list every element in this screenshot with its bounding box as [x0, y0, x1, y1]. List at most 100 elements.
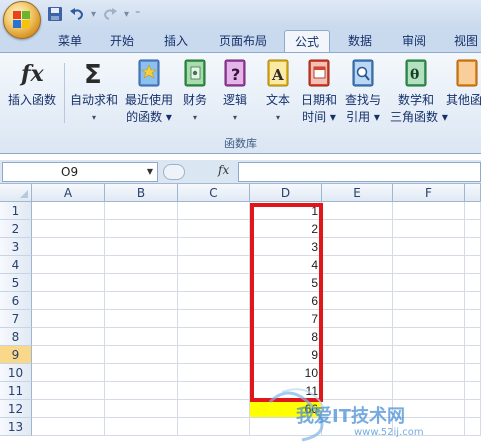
cell[interactable] [105, 400, 178, 418]
cell[interactable] [32, 346, 105, 364]
cell[interactable] [32, 328, 105, 346]
cell-d3[interactable]: 3 [250, 238, 322, 256]
cell[interactable] [322, 220, 393, 238]
cell[interactable] [32, 400, 105, 418]
column-header-a[interactable]: A [32, 184, 105, 202]
cell[interactable] [322, 310, 393, 328]
redo-dropdown-icon[interactable]: ▾ [124, 9, 129, 20]
cell[interactable] [105, 346, 178, 364]
cell[interactable] [178, 274, 250, 292]
undo-dropdown-icon[interactable]: ▾ [91, 9, 96, 20]
cell[interactable] [465, 346, 481, 364]
text-button[interactable]: A 文本 ▾ [260, 57, 296, 126]
cell[interactable] [105, 418, 178, 436]
cell[interactable] [32, 256, 105, 274]
row-header[interactable]: 10 [0, 364, 32, 382]
cell[interactable] [465, 364, 481, 382]
cell-d2[interactable]: 2 [250, 220, 322, 238]
cell[interactable] [393, 256, 465, 274]
cell-d11[interactable]: 11 [250, 382, 322, 400]
cell[interactable] [32, 364, 105, 382]
cell[interactable] [465, 292, 481, 310]
cell[interactable] [178, 256, 250, 274]
autosum-button[interactable]: Σ 自动求和 ▾ [68, 57, 120, 126]
cell[interactable] [178, 310, 250, 328]
cell[interactable] [105, 220, 178, 238]
cell[interactable] [322, 256, 393, 274]
cell[interactable] [32, 274, 105, 292]
cell-d1[interactable]: 1 [250, 202, 322, 220]
cell[interactable] [322, 238, 393, 256]
financial-button[interactable]: 财务 ▾ [178, 57, 212, 126]
cell[interactable] [322, 418, 393, 436]
cell[interactable] [178, 292, 250, 310]
column-header-g[interactable] [465, 184, 481, 202]
column-header-c[interactable]: C [178, 184, 250, 202]
cell[interactable] [322, 382, 393, 400]
cell[interactable] [465, 256, 481, 274]
cell[interactable] [32, 292, 105, 310]
save-icon[interactable] [47, 6, 63, 22]
row-header[interactable]: 11 [0, 382, 32, 400]
row-header[interactable]: 5 [0, 274, 32, 292]
cell[interactable] [465, 238, 481, 256]
cell[interactable] [105, 364, 178, 382]
logical-button[interactable]: ? 逻辑 ▾ [218, 57, 252, 126]
insert-function-button[interactable]: fx 插入函数 [4, 57, 60, 109]
tab-formulas[interactable]: 公式 [284, 30, 330, 53]
tab-data[interactable]: 数据 [338, 30, 382, 52]
cell[interactable] [465, 328, 481, 346]
cell[interactable] [465, 418, 481, 436]
sum-cell[interactable]: 66 [250, 400, 322, 418]
formula-input[interactable] [238, 162, 481, 182]
cell[interactable] [393, 220, 465, 238]
cell[interactable] [393, 364, 465, 382]
formula-bar-expander[interactable] [163, 164, 185, 180]
column-header-f[interactable]: F [393, 184, 465, 202]
cell[interactable] [105, 292, 178, 310]
cell[interactable] [178, 220, 250, 238]
tab-page-layout[interactable]: 页面布局 [210, 30, 276, 52]
cell[interactable] [465, 220, 481, 238]
cell-d13[interactable] [250, 418, 322, 436]
cell[interactable] [393, 346, 465, 364]
cell[interactable] [105, 202, 178, 220]
cell[interactable] [322, 364, 393, 382]
cell[interactable] [322, 274, 393, 292]
cell[interactable] [393, 238, 465, 256]
cell-d9[interactable]: 9 [250, 346, 322, 364]
column-header-b[interactable]: B [105, 184, 178, 202]
redo-icon[interactable] [102, 6, 118, 22]
tab-insert[interactable]: 插入 [156, 30, 196, 52]
tab-view[interactable]: 视图 [446, 30, 481, 52]
cell[interactable] [465, 202, 481, 220]
row-header[interactable]: 1 [0, 202, 32, 220]
undo-icon[interactable] [69, 6, 85, 22]
cell[interactable] [178, 202, 250, 220]
insert-function-fx-icon[interactable]: fx [218, 163, 229, 177]
cell[interactable] [105, 382, 178, 400]
cell[interactable] [465, 274, 481, 292]
column-header-e[interactable]: E [322, 184, 393, 202]
cell[interactable] [322, 292, 393, 310]
cell[interactable] [105, 256, 178, 274]
cell[interactable] [393, 310, 465, 328]
cell[interactable] [178, 364, 250, 382]
row-header[interactable]: 13 [0, 418, 32, 436]
cell[interactable] [393, 328, 465, 346]
cell[interactable] [178, 400, 250, 418]
cell[interactable] [322, 202, 393, 220]
office-button[interactable] [3, 1, 41, 39]
cell[interactable] [393, 274, 465, 292]
cell[interactable] [178, 346, 250, 364]
column-header-d[interactable]: D [250, 184, 322, 202]
cell[interactable] [393, 292, 465, 310]
cell[interactable] [178, 238, 250, 256]
customize-qat-icon[interactable]: ⁼ [135, 9, 140, 20]
cell[interactable] [393, 418, 465, 436]
row-header[interactable]: 4 [0, 256, 32, 274]
recently-used-button[interactable]: 最近使用 的函数 ▾ [122, 57, 176, 126]
name-box-dropdown-icon[interactable]: ▼ [147, 163, 153, 181]
cell-d8[interactable]: 8 [250, 328, 322, 346]
cell-d10[interactable]: 10 [250, 364, 322, 382]
